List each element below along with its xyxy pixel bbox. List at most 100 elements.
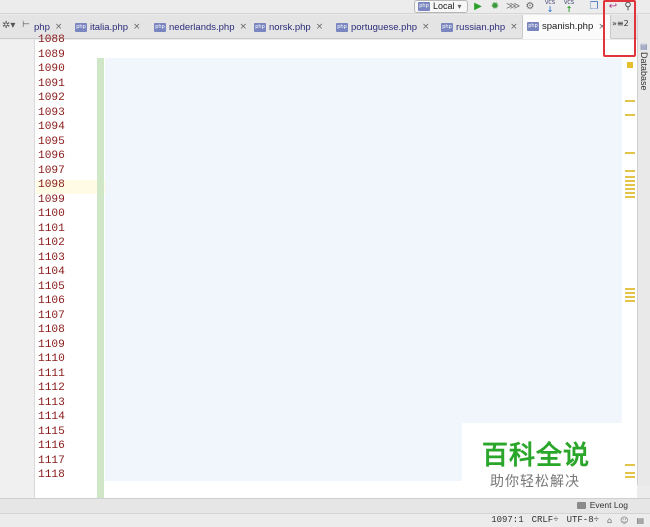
line-separator[interactable]: CRLF÷: [532, 515, 559, 525]
run-configuration-label: Local: [433, 1, 455, 11]
stripe-marker[interactable]: [625, 100, 635, 102]
line-number: 1110: [38, 353, 65, 365]
line-number: 1093: [38, 106, 65, 119]
caret-position[interactable]: 1097:1: [491, 515, 523, 525]
line-number: 1098: [38, 179, 65, 191]
tab-label: russian.php: [456, 21, 506, 33]
line-number: 1115: [38, 425, 65, 438]
inspector-icon[interactable]: ☺: [620, 516, 628, 525]
compare-icon[interactable]: ❐: [588, 1, 600, 13]
line-number: 1088: [38, 34, 65, 46]
watermark-subtitle: 助你轻松解决: [490, 474, 580, 490]
line-number: 1114: [38, 411, 65, 423]
close-icon[interactable]: ×: [55, 22, 63, 32]
tab-norsk[interactable]: php norsk.php ×: [250, 15, 327, 39]
line-number: 1105: [38, 280, 65, 293]
stripe-marker[interactable]: [625, 292, 635, 294]
tab-italia[interactable]: php italia.php ×: [71, 15, 145, 39]
vcs-update-icon[interactable]: VCS ↓: [544, 1, 556, 14]
line-number: 1096: [38, 150, 65, 162]
run-icon[interactable]: ▶: [472, 1, 484, 13]
line-numbers: 1088 1089 1090 1091 1092 1093 1094 1095 1096 1097…: [38, 33, 65, 483]
error-stripe[interactable]: [622, 40, 637, 498]
chevron-down-icon: ▾: [457, 2, 462, 11]
tab-label: italia.php: [90, 21, 129, 33]
line-number: 1117: [38, 454, 65, 467]
php-file-icon: php: [336, 22, 348, 32]
debug-icon[interactable]: ✹: [489, 1, 501, 13]
code-text-area[interactable]: [105, 58, 622, 481]
php-file-icon: php: [441, 22, 453, 32]
run-configuration-select[interactable]: php Local ▾: [414, 0, 468, 13]
stripe-marker[interactable]: [625, 180, 635, 182]
line-number: 1090: [38, 63, 65, 75]
stripe-marker[interactable]: [625, 176, 635, 178]
stripe-marker[interactable]: [625, 472, 635, 474]
line-number: 1102: [38, 237, 65, 249]
line-number: 1097: [38, 164, 65, 177]
tab-label: nederlands.php: [169, 21, 235, 33]
tab-label: portuguese.php: [351, 21, 418, 33]
inspection-status-icon[interactable]: [627, 62, 633, 68]
php-file-icon: php: [527, 22, 539, 31]
close-icon[interactable]: ×: [510, 22, 518, 32]
close-icon[interactable]: ×: [240, 22, 248, 32]
stripe-marker[interactable]: [625, 114, 635, 116]
watermark-logo: 百科全说 助你轻松解决: [462, 423, 622, 500]
gear-icon[interactable]: ✲▾: [2, 20, 15, 31]
line-number: 1113: [38, 396, 65, 409]
database-panel-label[interactable]: Database: [639, 52, 649, 91]
stripe-marker[interactable]: [625, 196, 635, 198]
line-number: 1116: [38, 440, 65, 452]
close-icon[interactable]: ×: [133, 22, 141, 32]
profile-icon[interactable]: ⚙: [524, 1, 536, 13]
line-number: 1095: [38, 135, 65, 148]
php-file-icon: php: [418, 2, 430, 11]
event-log-label: Event Log: [589, 500, 628, 510]
coverage-icon[interactable]: ⋙: [506, 1, 520, 13]
line-number: 1100: [38, 208, 65, 220]
file-encoding[interactable]: UTF-8÷: [567, 515, 599, 525]
stripe-marker[interactable]: [625, 188, 635, 190]
line-number: 1111: [38, 367, 65, 380]
database-icon[interactable]: ▤: [640, 42, 648, 51]
tool-window-bar: Event Log: [0, 498, 650, 513]
main-toolbar: php Local ▾ ▶ ✹ ⋙ ⚙ VCS ↓ VCS ↑ ❐ ↩ ⚲: [0, 0, 650, 14]
lock-icon[interactable]: ⌂: [607, 516, 612, 525]
line-number: 1099: [38, 193, 65, 206]
line-number: 1101: [38, 222, 65, 235]
line-number: 1112: [38, 382, 65, 394]
vcs-change-bar: [97, 58, 104, 498]
status-bar: 1097:1 CRLF÷ UTF-8÷ ⌂ ☺ ▤: [0, 513, 650, 527]
event-log-icon: [576, 501, 586, 509]
stripe-marker[interactable]: [625, 152, 635, 154]
tab-label: norsk.php: [269, 21, 311, 33]
tab-spanish[interactable]: php spanish.php ×: [522, 15, 611, 39]
php-file-icon: php: [75, 22, 87, 32]
highlight-box: [603, 0, 636, 57]
close-icon[interactable]: ×: [316, 22, 324, 32]
tab-nederlands[interactable]: php nederlands.php ×: [150, 15, 251, 39]
stripe-marker[interactable]: [625, 192, 635, 194]
collapse-icon[interactable]: ⊢: [22, 20, 30, 30]
php-file-icon: php: [254, 22, 266, 32]
stripe-marker[interactable]: [625, 170, 635, 172]
stripe-marker[interactable]: [625, 184, 635, 186]
event-log-button[interactable]: Event Log: [576, 500, 628, 510]
tab-russian[interactable]: php russian.php ×: [437, 15, 522, 39]
stripe-marker[interactable]: [625, 296, 635, 298]
vcs-commit-icon[interactable]: VCS ↑: [563, 1, 575, 14]
tab-portuguese[interactable]: php portuguese.php ×: [332, 15, 434, 39]
gutter-margin: [0, 40, 35, 498]
line-number: 1109: [38, 338, 65, 351]
stripe-marker[interactable]: [625, 476, 635, 478]
stripe-marker[interactable]: [625, 464, 635, 466]
stripe-marker[interactable]: [625, 300, 635, 302]
stripe-marker[interactable]: [625, 288, 635, 290]
line-number: 1106: [38, 295, 65, 307]
memory-icon[interactable]: ▤: [636, 516, 644, 525]
watermark-title: 百科全说: [482, 441, 591, 471]
line-number: 1091: [38, 77, 65, 90]
close-icon[interactable]: ×: [422, 22, 430, 32]
editor-tab-bar: ✲▾ ⊢ php × php italia.php × php nederlan…: [0, 15, 650, 39]
